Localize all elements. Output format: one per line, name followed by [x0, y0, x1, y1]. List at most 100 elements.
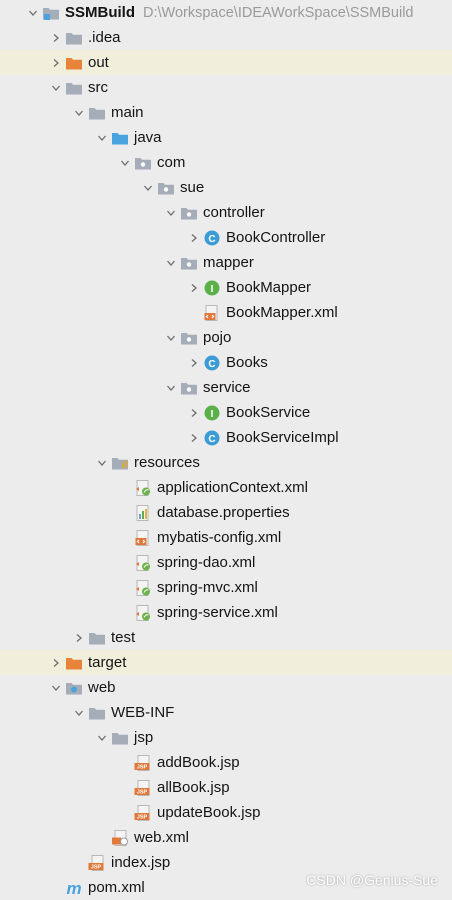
- chevron-down-icon[interactable]: [70, 100, 88, 125]
- tree-row-label: index.jsp: [111, 854, 171, 871]
- tree-row-controller[interactable]: controller: [0, 200, 452, 225]
- tree-row-resources[interactable]: resources: [0, 450, 452, 475]
- project-path: D:\Workspace\IDEAWorkSpace\SSMBuild: [143, 4, 414, 21]
- chevron-right-icon[interactable]: [185, 225, 203, 250]
- web-xml-icon: [111, 829, 129, 847]
- tree-row-jsp[interactable]: jsp: [0, 725, 452, 750]
- chevron-down-icon[interactable]: [93, 725, 111, 750]
- class-icon: C: [203, 229, 221, 247]
- tree-row-ssmbuild[interactable]: SSMBuild D:\Workspace\IDEAWorkSpace\SSMBu…: [0, 0, 452, 25]
- chevron-down-icon[interactable]: [162, 200, 180, 225]
- chevron-down-icon[interactable]: [93, 450, 111, 475]
- tree-row-label: applicationContext.xml: [157, 479, 308, 496]
- tree-row-label: mybatis-config.xml: [157, 529, 282, 546]
- tree-row-applicationcontext-xml[interactable]: applicationContext.xml: [0, 475, 452, 500]
- chevron-right-icon[interactable]: [47, 650, 65, 675]
- svg-text:JSP: JSP: [91, 864, 102, 870]
- tree-row-web-xml[interactable]: web.xml: [0, 825, 452, 850]
- source-folder-icon: [111, 129, 129, 147]
- tree-row-label: BookService: [226, 404, 311, 421]
- chevron-down-icon[interactable]: [24, 0, 42, 25]
- resources-folder-icon: [111, 454, 129, 472]
- tree-row-test[interactable]: test: [0, 625, 452, 650]
- interface-icon: I: [203, 279, 221, 297]
- chevron-right-icon[interactable]: [47, 25, 65, 50]
- tree-row-label: Books: [226, 354, 268, 371]
- tree-row-java[interactable]: java: [0, 125, 452, 150]
- tree-row-target[interactable]: target: [0, 650, 452, 675]
- chevron-down-icon[interactable]: [162, 375, 180, 400]
- properties-file-icon: [134, 504, 152, 522]
- tree-row-com[interactable]: com: [0, 150, 452, 175]
- chevron-down-icon[interactable]: [116, 150, 134, 175]
- tree-row-label: spring-service.xml: [157, 604, 278, 621]
- tree-row-database-properties[interactable]: database.properties: [0, 500, 452, 525]
- tree-row-spring-dao-xml[interactable]: spring-dao.xml: [0, 550, 452, 575]
- chevron-down-icon[interactable]: [162, 325, 180, 350]
- chevron-right-icon[interactable]: [185, 350, 203, 375]
- tree-row-bookserviceimpl[interactable]: C BookServiceImpl: [0, 425, 452, 450]
- tree-row-service[interactable]: service: [0, 375, 452, 400]
- chevron-down-icon[interactable]: [139, 175, 157, 200]
- tree-row-pojo[interactable]: pojo: [0, 325, 452, 350]
- tree-row-web-inf[interactable]: WEB-INF: [0, 700, 452, 725]
- chevron-down-icon[interactable]: [162, 250, 180, 275]
- tree-row-spring-mvc-xml[interactable]: spring-mvc.xml: [0, 575, 452, 600]
- tree-row-main[interactable]: main: [0, 100, 452, 125]
- tree-row-mybatis-config-xml[interactable]: mybatis-config.xml: [0, 525, 452, 550]
- chevron-right-icon[interactable]: [185, 425, 203, 450]
- chevron-right-icon[interactable]: [185, 275, 203, 300]
- tree-row-label: pom.xml: [88, 879, 145, 896]
- chevron-right-icon[interactable]: [70, 625, 88, 650]
- tree-row-updatebook-jsp[interactable]: JSP updateBook.jsp: [0, 800, 452, 825]
- tree-row-label: mapper: [203, 254, 254, 271]
- tree-row-bookcontroller[interactable]: C BookController: [0, 225, 452, 250]
- tree-row-label: pojo: [203, 329, 232, 346]
- tree-row-out[interactable]: out: [0, 50, 452, 75]
- chevron-down-icon[interactable]: [93, 125, 111, 150]
- package-icon: [180, 204, 198, 222]
- chevron-down-icon[interactable]: [47, 675, 65, 700]
- folder-icon: [88, 704, 106, 722]
- tree-row-label: SSMBuild: [65, 4, 135, 21]
- tree-row-web[interactable]: web: [0, 675, 452, 700]
- tree-row-sue[interactable]: sue: [0, 175, 452, 200]
- tree-row-src[interactable]: src: [0, 75, 452, 100]
- class-icon: C: [203, 429, 221, 447]
- tree-row-label: spring-dao.xml: [157, 554, 256, 571]
- tree-row-label: com: [157, 154, 186, 171]
- package-icon: [134, 154, 152, 172]
- web-folder-icon: [65, 679, 83, 697]
- tree-row-addbook-jsp[interactable]: JSP addBook.jsp: [0, 750, 452, 775]
- tree-row-label: updateBook.jsp: [157, 804, 261, 821]
- tree-row-bookmapper[interactable]: I BookMapper: [0, 275, 452, 300]
- tree-row-label: web: [88, 679, 116, 696]
- svg-text:JSP: JSP: [137, 764, 148, 770]
- chevron-right-icon[interactable]: [185, 400, 203, 425]
- svg-text:C: C: [208, 233, 215, 244]
- package-icon: [180, 254, 198, 272]
- tree-row--idea[interactable]: .idea: [0, 25, 452, 50]
- folder-icon: [111, 729, 129, 747]
- jsp-file-icon: JSP: [134, 754, 152, 772]
- tree-row-label: database.properties: [157, 504, 290, 521]
- chevron-down-icon[interactable]: [47, 75, 65, 100]
- tree-row-label: BookServiceImpl: [226, 429, 339, 446]
- tree-row-allbook-jsp[interactable]: JSP allBook.jsp: [0, 775, 452, 800]
- folder-icon: [88, 104, 106, 122]
- tree-row-label: resources: [134, 454, 200, 471]
- tree-row-spring-service-xml[interactable]: spring-service.xml: [0, 600, 452, 625]
- watermark-text: CSDN @Genius-Sue: [306, 872, 438, 888]
- tree-row-label: sue: [180, 179, 205, 196]
- chevron-down-icon[interactable]: [70, 700, 88, 725]
- tree-row-bookservice[interactable]: I BookService: [0, 400, 452, 425]
- package-icon: [157, 179, 175, 197]
- tree-row-mapper[interactable]: mapper: [0, 250, 452, 275]
- tree-row-label: target: [88, 654, 127, 671]
- tree-row-books[interactable]: C Books: [0, 350, 452, 375]
- tree-row-label: allBook.jsp: [157, 779, 230, 796]
- tree-row-bookmapper-xml[interactable]: BookMapper.xml: [0, 300, 452, 325]
- spring-xml-icon: [134, 554, 152, 572]
- chevron-right-icon[interactable]: [47, 50, 65, 75]
- class-icon: C: [203, 354, 221, 372]
